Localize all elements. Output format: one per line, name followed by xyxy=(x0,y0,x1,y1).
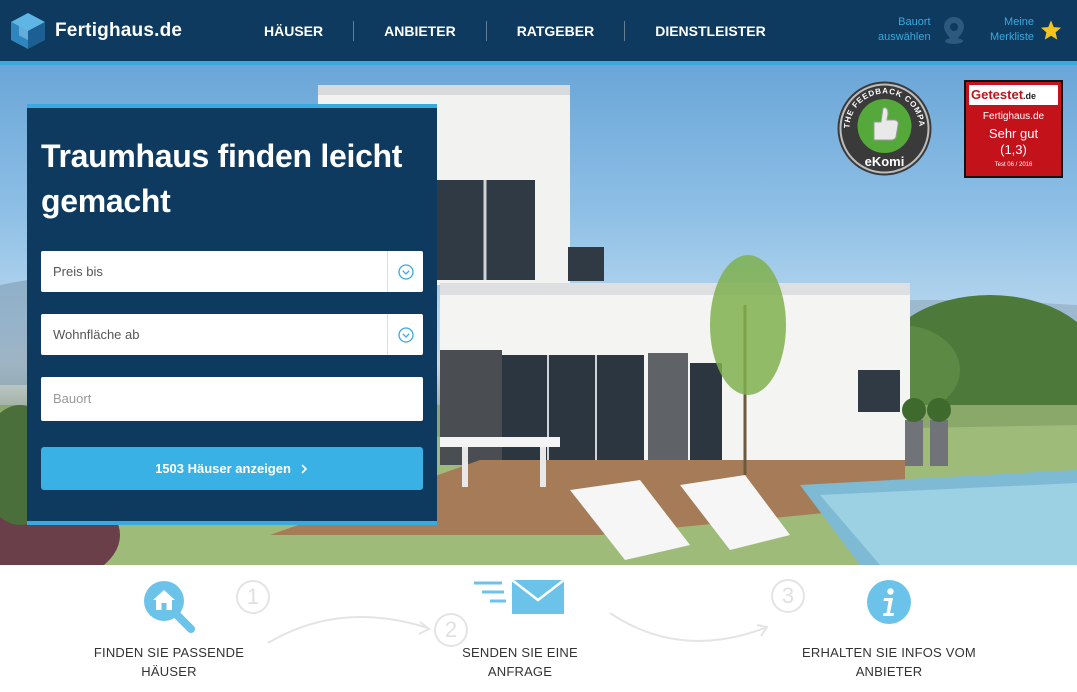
bauort-input-placeholder: Bauort xyxy=(53,391,92,406)
ekomi-brand: eKomi xyxy=(865,154,905,169)
step-2-number: 2 xyxy=(434,613,468,647)
getestet-score: (1,3) xyxy=(1000,142,1027,157)
site-header: Fertighaus.de HÄUSER ANBIETER RATGEBER D… xyxy=(0,0,1077,61)
how-it-works-section: 1 FINDEN SIE PASSENDE HÄUSER 2 SENDEN SI… xyxy=(0,565,1077,692)
house-search-icon xyxy=(144,581,195,633)
step-3-line2: ANBIETER xyxy=(855,664,923,679)
logo-text: Fertighaus.de xyxy=(55,20,183,41)
ekomi-seal-icon: THE FEEDBACK COMPANY eKomi xyxy=(833,73,932,176)
merkliste-link[interactable]: Meine Merkliste xyxy=(990,15,1062,45)
getestet-tld: .de xyxy=(1023,91,1037,101)
title-line2: gemacht xyxy=(41,183,171,219)
merkliste-line1: Meine xyxy=(1004,16,1035,28)
step-2-label: SENDEN SIE EINE ANFRAGE xyxy=(420,643,620,681)
bauort-input[interactable]: Bauort xyxy=(41,377,423,421)
envelope-send-icon xyxy=(474,579,565,614)
step-1-line1: FINDEN SIE PASSENDE xyxy=(93,645,245,660)
logo-cube-icon xyxy=(11,13,45,49)
getestet-logo: Getestet.de xyxy=(969,85,1058,105)
show-houses-button-label: 1503 Häuser anzeigen xyxy=(155,461,291,476)
step-3-line1: ERHALTEN SIE INFOS VOM xyxy=(802,645,976,660)
step-2-line1: SENDEN SIE EINE xyxy=(462,645,578,660)
step-1-label: FINDEN SIE PASSENDE HÄUSER xyxy=(69,643,269,681)
getestet-rating: Sehr gut xyxy=(988,126,1039,141)
step-2-line2: ANFRAGE xyxy=(487,664,553,679)
search-panel-title: Traumhaus finden leicht gemacht xyxy=(41,134,421,224)
main-nav: HÄUSER ANBIETER RATGEBER DIENSTLEISTER xyxy=(234,18,796,44)
merkliste-label: Meine Merkliste xyxy=(990,15,1034,45)
nav-anbieter[interactable]: ANBIETER xyxy=(354,18,486,44)
bauort-select-link[interactable]: Bauort auswählen xyxy=(878,15,968,45)
info-icon xyxy=(867,580,911,624)
chevron-down-circle-icon xyxy=(397,263,414,280)
bauort-select-label: Bauort auswählen xyxy=(878,15,931,45)
ekomi-badge[interactable]: THE FEEDBACK COMPANY eKomi xyxy=(833,73,933,177)
title-line1: Traumhaus finden leicht xyxy=(41,138,403,174)
star-icon xyxy=(1040,20,1062,40)
show-houses-button[interactable]: 1503 Häuser anzeigen xyxy=(41,447,423,490)
chevron-right-icon xyxy=(301,463,308,474)
getestet-badge[interactable]: Getestet.de Fertighaus.de Sehr gut (1,3)… xyxy=(964,80,1063,178)
location-pin-icon xyxy=(943,17,964,44)
price-dropdown-toggle[interactable] xyxy=(387,251,423,292)
step-3-label: ERHALTEN SIE INFOS VOM ANBIETER xyxy=(769,643,1009,681)
bauort-line2: auswählen xyxy=(878,31,931,43)
living-area-select-label: Wohnfläche ab xyxy=(53,327,140,342)
nav-haeuser[interactable]: HÄUSER xyxy=(234,18,353,44)
step-3-number: 3 xyxy=(771,579,805,613)
getestet-brand: Getestet xyxy=(971,87,1024,102)
living-area-select[interactable]: Wohnfläche ab xyxy=(41,314,423,355)
nav-dienstleister[interactable]: DIENSTLEISTER xyxy=(625,18,795,44)
logo[interactable]: Fertighaus.de xyxy=(8,11,182,51)
search-panel: Traumhaus finden leicht gemacht Preis bi… xyxy=(27,104,437,525)
getestet-date: Test 06 / 2016 xyxy=(994,162,1033,168)
price-select-label: Preis bis xyxy=(53,264,103,279)
living-area-dropdown-toggle[interactable] xyxy=(387,314,423,355)
bauort-line1: Bauort xyxy=(898,16,931,28)
merkliste-line2: Merkliste xyxy=(990,31,1035,43)
step-1-number: 1 xyxy=(236,580,270,614)
chevron-down-circle-icon xyxy=(397,326,414,343)
price-select[interactable]: Preis bis xyxy=(41,251,423,292)
nav-ratgeber[interactable]: RATGEBER xyxy=(487,18,625,44)
getestet-site: Fertighaus.de xyxy=(982,111,1045,122)
step-1-line2: HÄUSER xyxy=(141,664,197,679)
